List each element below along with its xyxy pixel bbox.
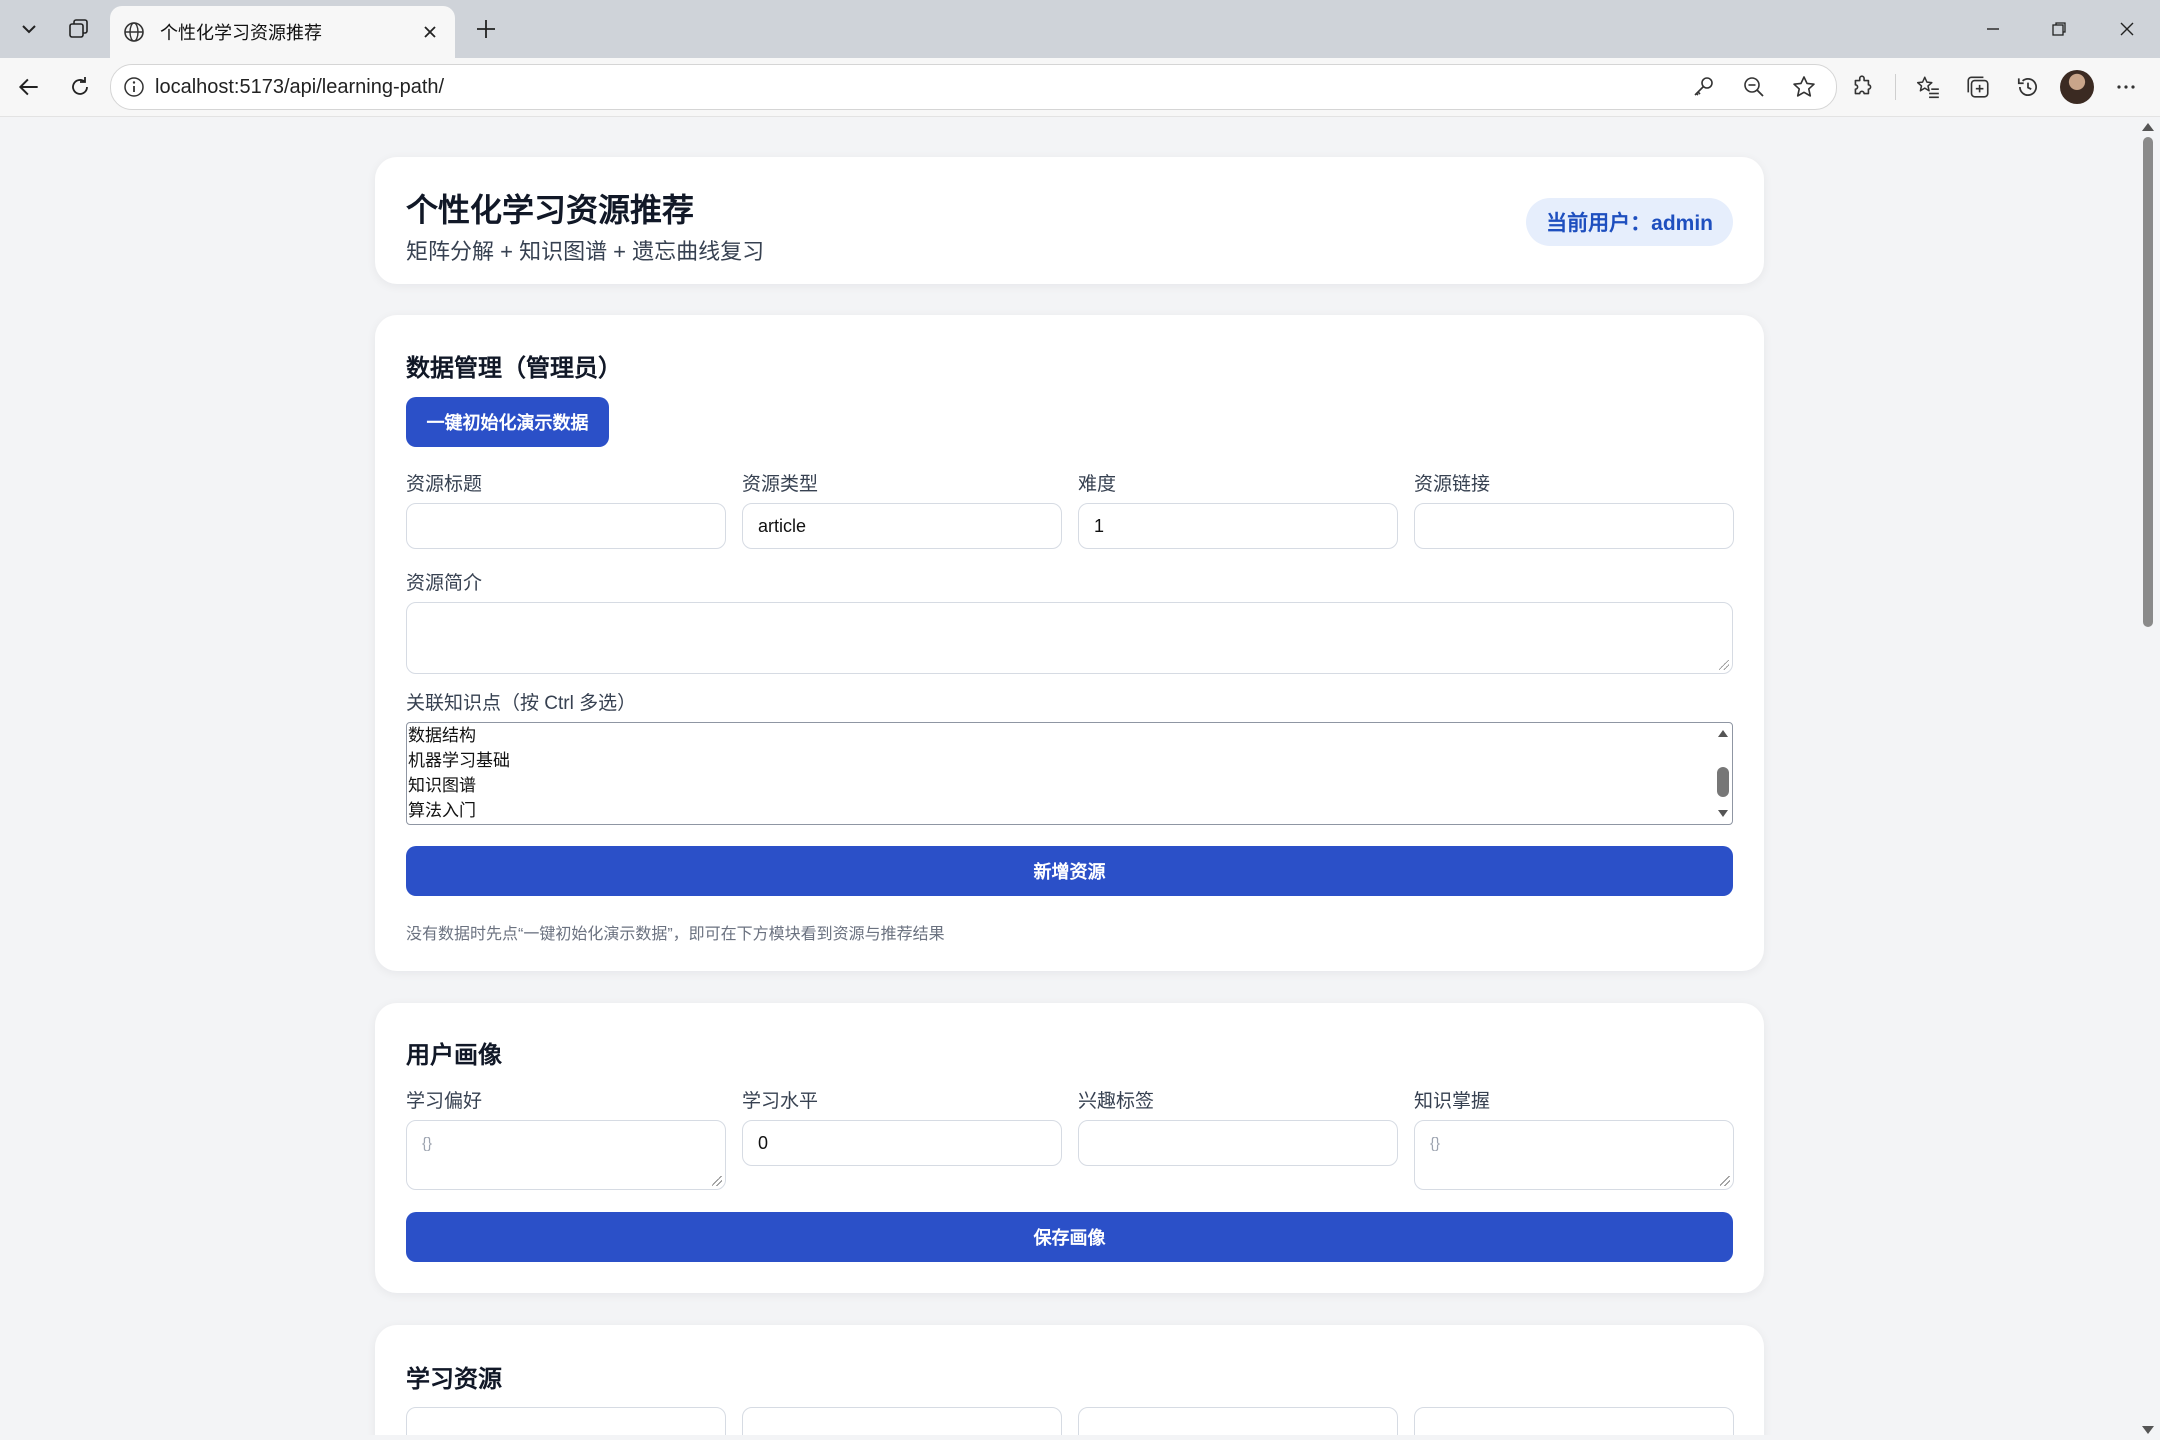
window-close-icon[interactable]	[2094, 0, 2160, 58]
resource-title-label: 资源标题	[406, 474, 483, 495]
browser-tab-bar: 个性化学习资源推荐	[0, 0, 2160, 58]
add-resource-button[interactable]: 新增资源	[406, 846, 1733, 896]
resource-type-label: 资源类型	[742, 474, 819, 495]
interest-tags-label: 兴趣标签	[1078, 1091, 1155, 1112]
browser-tab-active[interactable]: 个性化学习资源推荐	[110, 6, 455, 58]
resources-filter-input-4[interactable]	[1414, 1407, 1734, 1435]
resources-filter-input-3[interactable]	[1078, 1407, 1398, 1435]
interest-tags-input[interactable]	[1078, 1120, 1398, 1166]
page-viewport: 个性化学习资源推荐 矩阵分解 + 知识图谱 + 遗忘曲线复习 当前用户：admi…	[6, 117, 2136, 1435]
tab-title: 个性化学习资源推荐	[160, 23, 322, 43]
learning-level-input[interactable]: 0	[742, 1120, 1062, 1166]
zoom-out-icon[interactable]	[1736, 69, 1772, 105]
knowledge-mastery-textarea[interactable]: {}	[1414, 1120, 1734, 1190]
page-scroll-down-icon[interactable]	[2142, 1426, 2154, 1434]
favorite-star-icon[interactable]	[1786, 69, 1822, 105]
user-profile-title: 用户画像	[406, 1042, 502, 1069]
learning-preference-textarea[interactable]: {}	[406, 1120, 726, 1190]
header-card: 个性化学习资源推荐 矩阵分解 + 知识图谱 + 遗忘曲线复习 当前用户：admi…	[375, 157, 1764, 284]
url-text: localhost:5173/api/learning-path/	[155, 75, 445, 98]
page-scrollbar[interactable]	[2136, 117, 2160, 1440]
knowledge-mastery-placeholder: {}	[1430, 1135, 1441, 1152]
knowledge-mastery-label: 知识掌握	[1414, 1091, 1491, 1112]
new-tab-plus-icon[interactable]	[466, 9, 506, 49]
back-arrow-icon[interactable]	[9, 67, 49, 107]
globe-icon	[122, 20, 146, 44]
tab-list-chevron-icon[interactable]	[9, 9, 49, 49]
restore-icon[interactable]	[2026, 0, 2092, 58]
tab-close-icon[interactable]	[415, 17, 445, 47]
current-user-badge: 当前用户：admin	[1526, 198, 1733, 246]
resource-type-input[interactable]: article	[742, 503, 1062, 549]
minimize-icon[interactable]	[1960, 0, 2026, 58]
learning-preference-label: 学习偏好	[406, 1091, 483, 1112]
learning-resources-title: 学习资源	[406, 1366, 502, 1393]
page-title: 个性化学习资源推荐	[406, 192, 695, 228]
resource-desc-label: 资源简介	[406, 573, 483, 594]
resources-filter-input-2[interactable]	[742, 1407, 1062, 1435]
knowledge-points-label: 关联知识点（按 Ctrl 多选）	[406, 693, 637, 714]
multiselect-scroll-thumb[interactable]	[1717, 767, 1729, 797]
difficulty-input[interactable]: 1	[1078, 503, 1398, 549]
learning-resources-card: 学习资源	[375, 1325, 1764, 1435]
site-info-icon[interactable]	[123, 76, 145, 98]
profile-avatar[interactable]	[2060, 70, 2094, 104]
user-profile-card: 用户画像 学习偏好 学习水平 兴趣标签 知识掌握 {} 0 {} 保存画像	[375, 1003, 1764, 1293]
more-menu-icon[interactable]	[2108, 69, 2144, 105]
save-profile-button[interactable]: 保存画像	[406, 1212, 1733, 1262]
key-icon[interactable]	[1686, 69, 1722, 105]
favorites-list-icon[interactable]	[1910, 69, 1946, 105]
knowledge-option[interactable]: 数据结构	[407, 723, 1732, 748]
resource-desc-textarea[interactable]	[406, 602, 1733, 674]
extensions-puzzle-icon[interactable]	[1845, 69, 1881, 105]
learning-preference-placeholder: {}	[422, 1135, 433, 1152]
browser-toolbar: localhost:5173/api/learning-path/	[0, 58, 2160, 117]
data-management-title: 数据管理（管理员）	[406, 355, 622, 382]
multiselect-scrollbar[interactable]	[1714, 723, 1732, 824]
knowledge-option[interactable]: 知识图谱	[407, 773, 1732, 798]
difficulty-label: 难度	[1078, 474, 1117, 495]
workspaces-icon[interactable]	[59, 9, 99, 49]
knowledge-option[interactable]: 算法入门	[407, 798, 1732, 823]
resource-link-input[interactable]	[1414, 503, 1734, 549]
resources-filter-input-1[interactable]	[406, 1407, 726, 1435]
resource-link-label: 资源链接	[1414, 474, 1491, 495]
init-hint-text: 没有数据时先点“一键初始化演示数据”，即可在下方模块看到资源与推荐结果	[406, 926, 945, 943]
page-scroll-thumb[interactable]	[2143, 137, 2153, 627]
scroll-down-arrow-icon[interactable]	[1718, 810, 1728, 817]
collections-icon[interactable]	[1960, 69, 1996, 105]
knowledge-option[interactable]: 机器学习基础	[407, 748, 1732, 773]
data-management-card: 数据管理（管理员） 一键初始化演示数据 资源标题 资源类型 难度 资源链接 ar…	[375, 315, 1764, 971]
scroll-up-arrow-icon[interactable]	[1718, 730, 1728, 737]
history-icon[interactable]	[2010, 69, 2046, 105]
init-demo-data-button[interactable]: 一键初始化演示数据	[406, 397, 609, 447]
learning-level-label: 学习水平	[742, 1091, 819, 1112]
toolbar-divider	[1895, 74, 1896, 100]
resource-title-input[interactable]	[406, 503, 726, 549]
knowledge-points-multiselect[interactable]: 数据结构 机器学习基础 知识图谱 算法入门	[406, 722, 1733, 825]
page-scroll-up-icon[interactable]	[2142, 123, 2154, 131]
reload-icon[interactable]	[60, 67, 100, 107]
address-bar[interactable]: localhost:5173/api/learning-path/	[110, 64, 1837, 110]
page-subtitle: 矩阵分解 + 知识图谱 + 遗忘曲线复习	[406, 239, 765, 264]
